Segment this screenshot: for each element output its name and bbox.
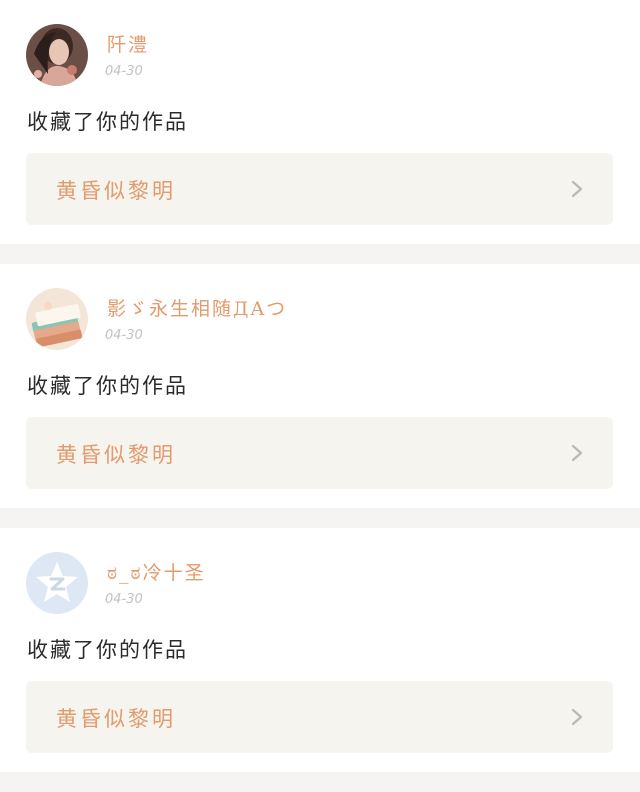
default-star-avatar-icon — [26, 552, 88, 614]
action-text: 收藏了你的作品 — [27, 110, 188, 134]
chevron-right-icon — [571, 180, 583, 198]
timestamp: 04-30 — [105, 64, 143, 79]
username[interactable]: ಠ_ಠ冷十圣 — [107, 558, 206, 585]
work-link[interactable]: 黄昏似黎明 — [26, 153, 613, 225]
work-title: 黄昏似黎明 — [56, 179, 176, 203]
avatar-photo-icon — [26, 24, 88, 86]
work-title: 黄昏似黎明 — [56, 443, 176, 467]
user-avatar[interactable] — [26, 288, 88, 350]
notification-feed: 阡澧 04-30 收藏了你的作品 黄昏似黎明 影ゞ永生相随ДAつ 04-30 收… — [0, 0, 640, 792]
action-text: 收藏了你的作品 — [27, 374, 188, 398]
work-link[interactable]: 黄昏似黎明 — [26, 681, 613, 753]
separator — [0, 508, 640, 528]
book-avatar-icon — [26, 288, 88, 350]
username[interactable]: 影ゞ永生相随ДAつ — [107, 294, 287, 321]
timestamp: 04-30 — [105, 592, 143, 607]
separator — [0, 772, 640, 792]
notification-item: 阡澧 04-30 收藏了你的作品 黄昏似黎明 — [0, 0, 640, 244]
notification-item: 影ゞ永生相随ДAつ 04-30 收藏了你的作品 黄昏似黎明 — [0, 264, 640, 508]
user-avatar[interactable] — [26, 24, 88, 86]
user-avatar[interactable] — [26, 552, 88, 614]
timestamp: 04-30 — [105, 328, 143, 343]
separator — [0, 244, 640, 264]
work-link[interactable]: 黄昏似黎明 — [26, 417, 613, 489]
username[interactable]: 阡澧 — [107, 30, 149, 57]
chevron-right-icon — [571, 708, 583, 726]
notification-item: ಠ_ಠ冷十圣 04-30 收藏了你的作品 黄昏似黎明 — [0, 528, 640, 772]
chevron-right-icon — [571, 444, 583, 462]
action-text: 收藏了你的作品 — [27, 638, 188, 662]
work-title: 黄昏似黎明 — [56, 707, 176, 731]
